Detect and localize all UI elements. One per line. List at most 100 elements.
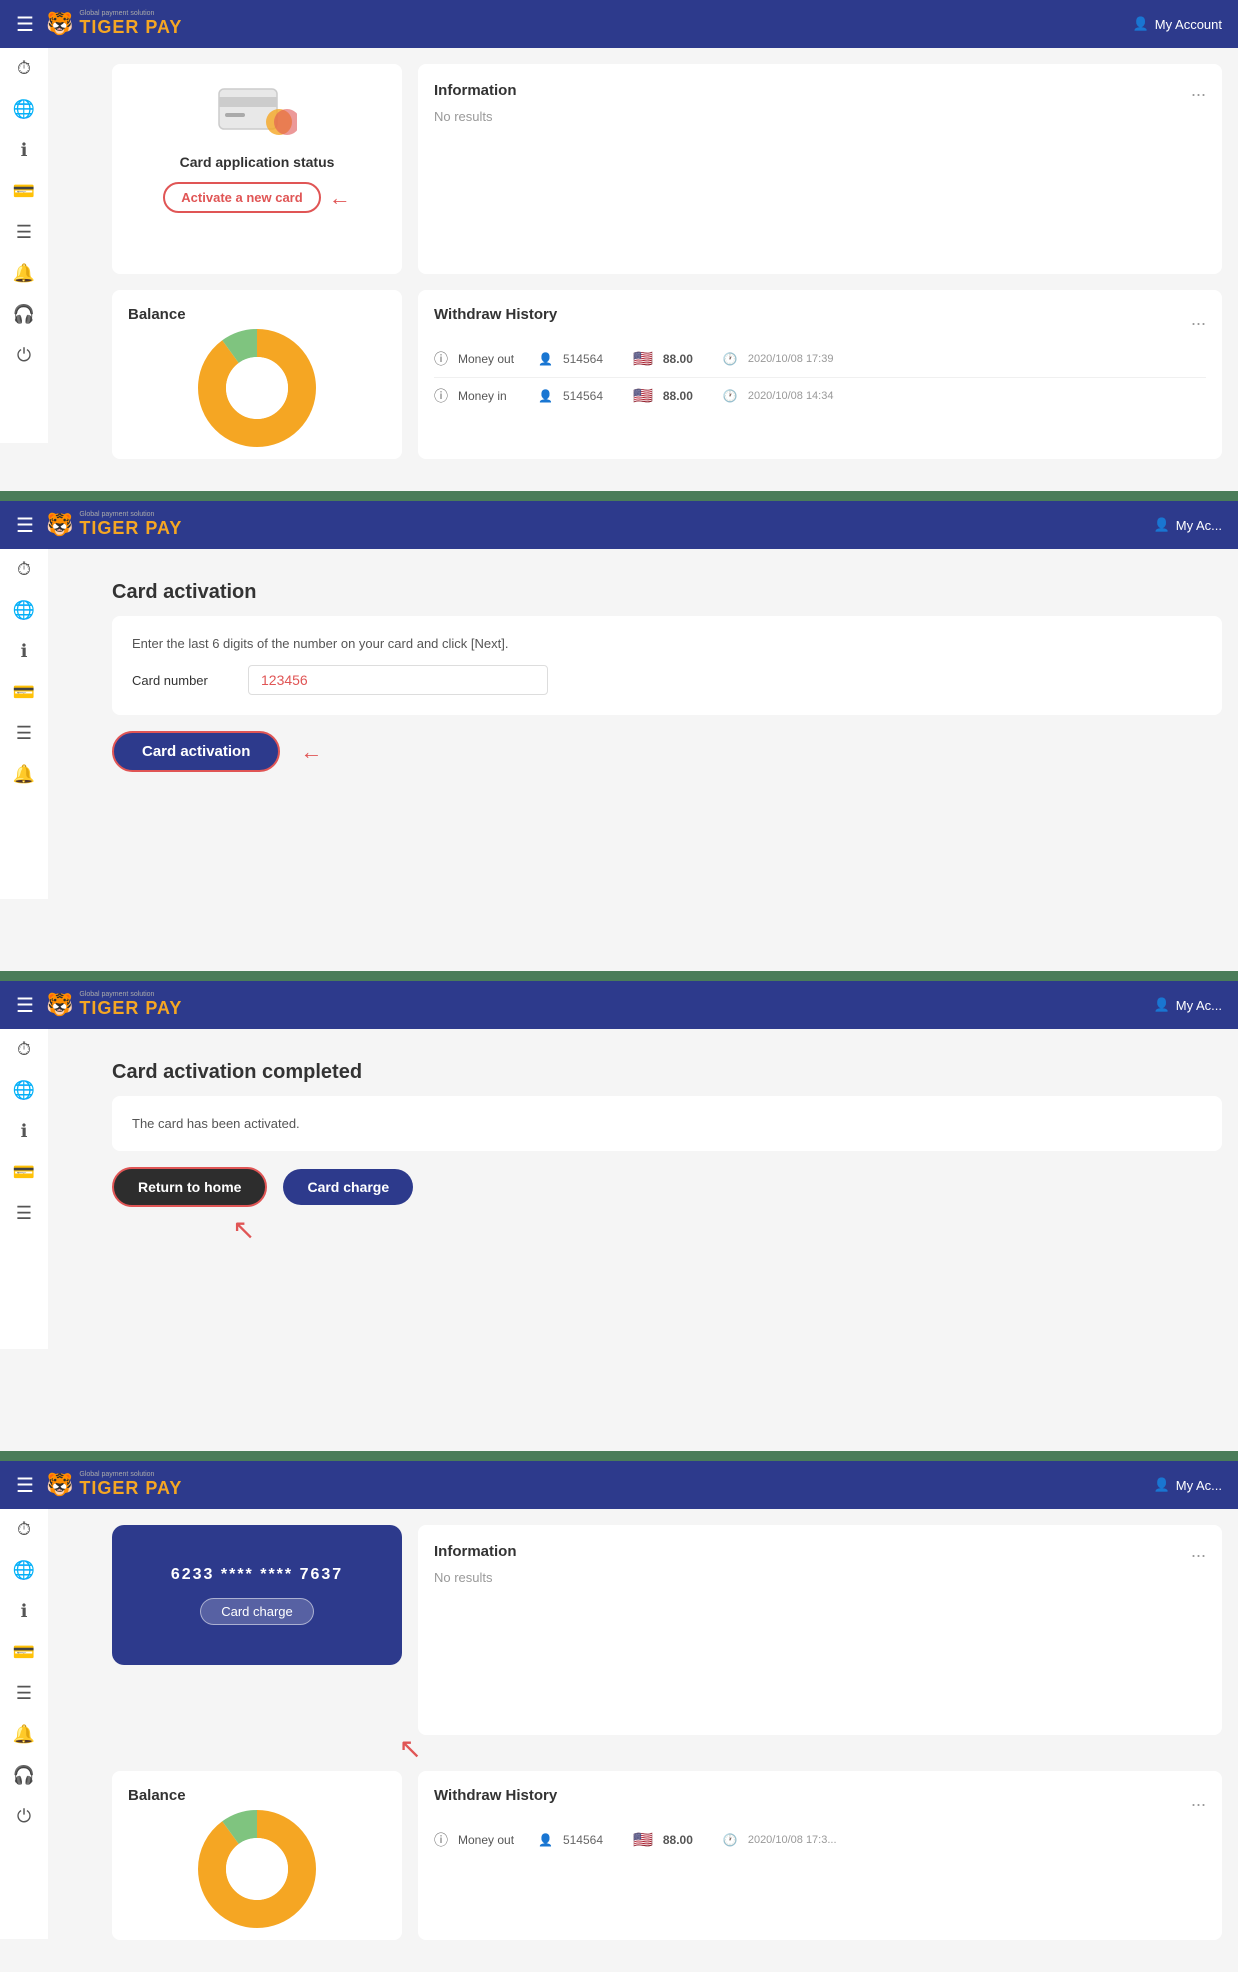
logo-sub-3: Global payment solution (79, 991, 182, 998)
s4-power-icon[interactable]: ⏻ (17, 1806, 31, 1827)
hamburger-menu[interactable]: ☰ (16, 12, 34, 37)
s4-info-icon[interactable]: ℹ (21, 1601, 28, 1622)
s3-list-icon[interactable]: ☰ (16, 1203, 32, 1224)
s4-clock-icon[interactable]: ⏱ (17, 1519, 31, 1540)
logo-text: Global payment solution TIGER PAY (79, 10, 182, 38)
sidebar-power-icon[interactable]: ⏻ (17, 345, 31, 366)
card-activation-button[interactable]: Card activation (112, 731, 280, 772)
my-account[interactable]: 👤 My Account (1133, 16, 1222, 32)
withdraw-dots-menu[interactable]: ... (1191, 309, 1206, 330)
s3-clock-icon[interactable]: ⏱ (17, 1039, 31, 1060)
s3-info-icon[interactable]: ℹ (21, 1121, 28, 1142)
action-arrow: ↖ (232, 1213, 255, 1246)
my-account-4[interactable]: 👤 My Ac... (1154, 1477, 1222, 1493)
card-number-input[interactable] (248, 665, 548, 695)
return-home-button[interactable]: Return to home (112, 1167, 267, 1207)
s2-globe-icon[interactable]: 🌐 (13, 600, 35, 621)
hamburger-menu-3[interactable]: ☰ (16, 993, 34, 1018)
card-icon-area (217, 84, 297, 144)
my-account-3[interactable]: 👤 My Ac... (1154, 997, 1222, 1013)
withdraw-history-panel-4: Withdraw History ... ⓘ Money out 👤 51456… (418, 1771, 1222, 1940)
person-icon-2: 👤 (538, 389, 553, 403)
logo-text-2: Global payment solution TIGER PAY (79, 511, 182, 539)
my-account-label-2: My Ac... (1176, 518, 1222, 533)
info-dots-menu[interactable]: ... (1191, 80, 1206, 101)
s4-list-icon[interactable]: ☰ (16, 1683, 32, 1704)
info-panel-4: Information ... No results (418, 1525, 1222, 1735)
s3-card-icon[interactable]: 💳 (13, 1162, 35, 1183)
screen4-main: 6233 **** **** 7637 Card charge ↖ Inform… (96, 1509, 1238, 1972)
s4-headset-icon[interactable]: 🎧 (13, 1765, 35, 1786)
s2-info-icon[interactable]: ℹ (21, 641, 28, 662)
money-out-type: Money out (458, 352, 528, 366)
info-header-4: Information ... (434, 1541, 1206, 1562)
account-icon-2: 👤 (1154, 517, 1170, 533)
card-svg-icon (217, 87, 297, 142)
s4-bell-icon[interactable]: 🔔 (13, 1724, 35, 1745)
flag-icon-2: 🇺🇸 (633, 386, 653, 406)
wd-id-2: 514564 (563, 389, 623, 403)
my-account-label-3: My Ac... (1176, 998, 1222, 1013)
sidebar: ⏱ 🌐 ℹ 💳 ☰ 🔔 🎧 ⏻ (0, 48, 48, 443)
s2-clock-icon[interactable]: ⏱ (17, 559, 31, 580)
logo-sub: Global payment solution (79, 10, 182, 17)
sidebar-info-icon[interactable]: ℹ (21, 140, 28, 161)
logo-tiger-icon-3: 🐯 (46, 992, 73, 1018)
info-title-4: Information (434, 1543, 517, 1560)
withdraw-dots-4[interactable]: ... (1191, 1790, 1206, 1811)
sidebar-bell-icon[interactable]: 🔔 (13, 263, 35, 284)
sidebar-clock-icon[interactable]: ⏱ (17, 58, 31, 79)
sidebar-globe-icon[interactable]: 🌐 (13, 99, 35, 120)
logo-brand-2: TIGER PAY (79, 518, 182, 539)
screen3: ☰ 🐯 Global payment solution TIGER PAY 👤 … (0, 981, 1238, 1451)
sidebar-headset-icon[interactable]: 🎧 (13, 304, 35, 325)
balance-title: Balance (128, 306, 386, 323)
card-number-label: Card number (132, 673, 232, 688)
logo-tiger-icon-4: 🐯 (46, 1472, 73, 1498)
header-bar-4: ☰ 🐯 Global payment solution TIGER PAY 👤 … (0, 1461, 1238, 1509)
donut-svg-4 (197, 1809, 317, 1929)
sidebar-2: ⏱ 🌐 ℹ 💳 ☰ 🔔 (0, 549, 48, 899)
wd-amount-4: 88.00 (663, 1833, 713, 1847)
activate-new-card-button[interactable]: Activate a new card (163, 182, 320, 213)
activate-arrow: ← (329, 185, 351, 211)
screen3-main: Card activation completed The card has b… (96, 1029, 1238, 1349)
screen3-body: ⏱ 🌐 ℹ 💳 ☰ Card activation completed The … (0, 1029, 1238, 1349)
activation-form: Enter the last 6 digits of the number on… (112, 616, 1222, 715)
person-icon: 👤 (538, 352, 553, 366)
time-icon-1: 🕐 (723, 352, 738, 366)
hamburger-menu-4[interactable]: ☰ (16, 1473, 34, 1498)
wd-amount-2: 88.00 (663, 389, 713, 403)
flag-icon-4: 🇺🇸 (633, 1830, 653, 1850)
header-bar-3: ☰ 🐯 Global payment solution TIGER PAY 👤 … (0, 981, 1238, 1029)
withdraw-row: ⓘ Money out 👤 514564 🇺🇸 88.00 🕐 2020/10/… (434, 341, 1206, 378)
info-dots-4[interactable]: ... (1191, 1541, 1206, 1562)
balance-panel: Balance (112, 290, 402, 459)
action-buttons-row: Return to home Card charge (112, 1167, 1222, 1207)
screen4-bottom-row: Balance Withdraw History ... (112, 1771, 1222, 1940)
screen2-body: ⏱ 🌐 ℹ 💳 ☰ 🔔 Card activation Enter the la… (0, 549, 1238, 899)
withdraw-row-4: ⓘ Money out 👤 514564 🇺🇸 88.00 🕐 2020/10/… (434, 1822, 1206, 1858)
logo-brand-3: TIGER PAY (79, 998, 182, 1019)
donut-chart-4 (128, 1814, 386, 1924)
card-charge-pill-button[interactable]: Card charge (200, 1598, 314, 1625)
sidebar-card-icon[interactable]: 💳 (13, 181, 35, 202)
no-results-4: No results (434, 1570, 1206, 1585)
card-activation-title: Card activation (112, 565, 1222, 616)
money-in-type: Money in (458, 389, 528, 403)
wd-id-4: 514564 (563, 1833, 623, 1847)
wd-date-1: 2020/10/08 17:39 (748, 353, 834, 365)
my-account-2[interactable]: 👤 My Ac... (1154, 517, 1222, 533)
screen1: ☰ 🐯 Global payment solution TIGER PAY 👤 … (0, 0, 1238, 491)
s3-globe-icon[interactable]: 🌐 (13, 1080, 35, 1101)
blue-card-area: 6233 **** **** 7637 Card charge ↖ (112, 1525, 402, 1735)
activation-completed-title: Card activation completed (112, 1045, 1222, 1096)
card-charge-button[interactable]: Card charge (283, 1169, 413, 1205)
s4-globe-icon[interactable]: 🌐 (13, 1560, 35, 1581)
s4-card-icon[interactable]: 💳 (13, 1642, 35, 1663)
hamburger-menu-2[interactable]: ☰ (16, 513, 34, 538)
s2-list-icon[interactable]: ☰ (16, 723, 32, 744)
s2-bell-icon[interactable]: 🔔 (13, 764, 35, 785)
s2-card-icon[interactable]: 💳 (13, 682, 35, 703)
sidebar-list-icon[interactable]: ☰ (16, 222, 32, 243)
